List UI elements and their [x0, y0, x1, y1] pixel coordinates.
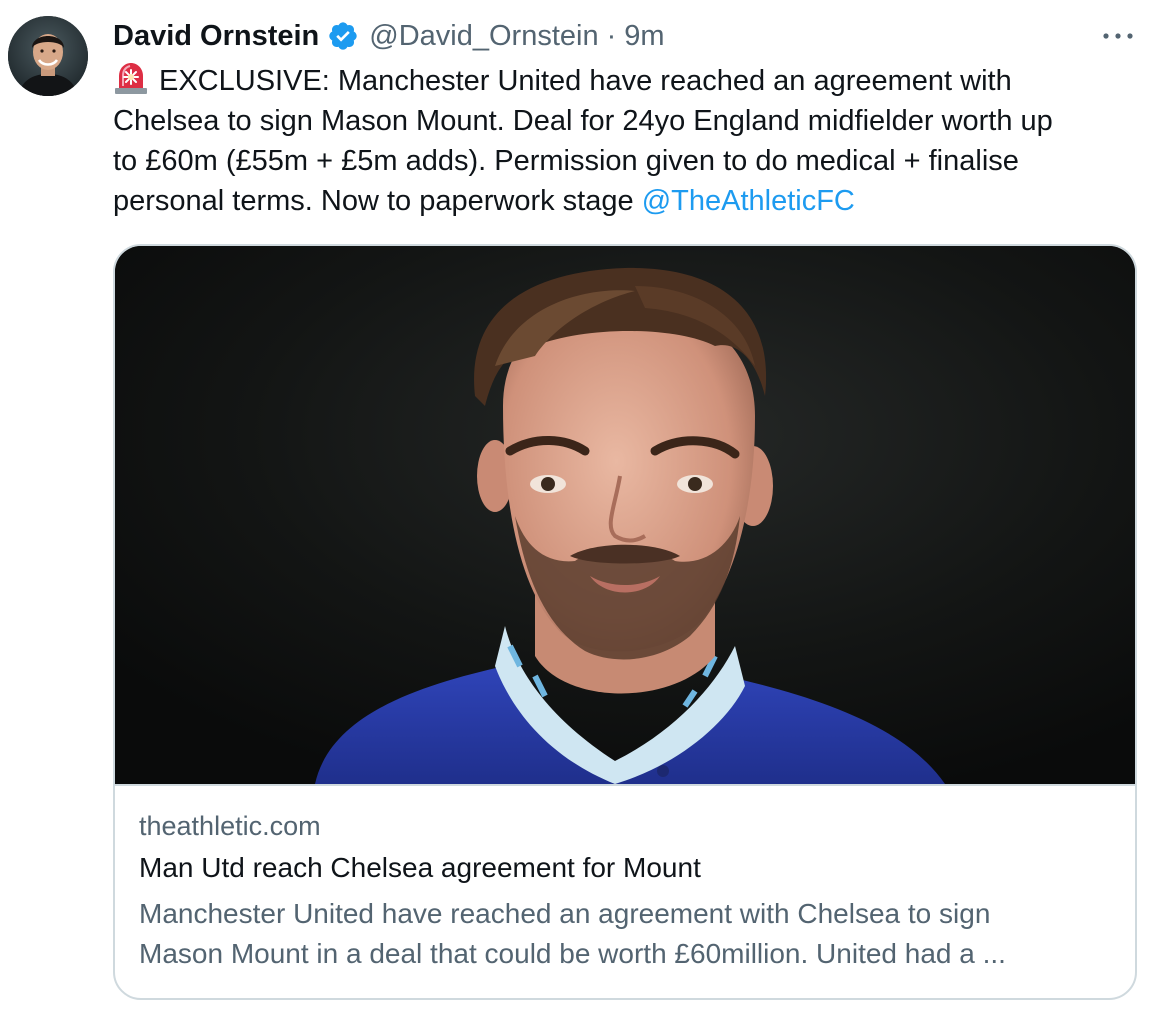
author-display-name[interactable]: David Ornstein: [113, 14, 319, 58]
mention-link[interactable]: @TheAthleticFC: [642, 185, 855, 217]
tweet-timestamp[interactable]: 9m: [624, 14, 664, 58]
verified-badge-icon[interactable]: [327, 20, 359, 52]
tweet-header: David Ornstein @David_Ornstein · 9m: [113, 14, 665, 58]
tweet-text-line-2: Chelsea to sign Mason Mount. Deal for 24…: [113, 105, 1053, 137]
tweet-text-line-3: to £60m (£55m + £5m adds). Permission gi…: [113, 145, 1019, 177]
card-body: theathletic.com Man Utd reach Chelsea ag…: [139, 806, 1119, 974]
card-image[interactable]: [115, 246, 1135, 786]
card-description-line-1: Manchester United have reached an agreem…: [139, 898, 991, 929]
card-title[interactable]: Man Utd reach Chelsea agreement for Moun…: [139, 846, 1119, 890]
link-preview-card[interactable]: theathletic.com Man Utd reach Chelsea ag…: [113, 244, 1137, 1000]
tweet-text: EXCLUSIVE: Manchester United have reache…: [113, 60, 1123, 221]
card-description-line-2: Mason Mount in a deal that could be wort…: [139, 938, 1006, 969]
author-avatar[interactable]: [8, 16, 88, 96]
more-horizontal-icon[interactable]: [1100, 20, 1136, 52]
card-description: Manchester United have reached an agreem…: [139, 894, 1119, 974]
tweet-text-content-4: personal terms. Now to paperwork stage: [113, 185, 642, 217]
tweet-text-content-1: EXCLUSIVE: Manchester United have reache…: [159, 65, 1012, 97]
author-handle[interactable]: @David_Ornstein: [369, 14, 598, 58]
card-domain: theathletic.com: [139, 811, 321, 841]
avatar-photo: [8, 16, 88, 96]
header-separator: ·: [606, 20, 617, 52]
tweet-text-line-1: EXCLUSIVE: Manchester United have reache…: [113, 60, 1123, 101]
tweet-text-line-4: personal terms. Now to paperwork stage @…: [113, 181, 1123, 221]
police-light-icon: [115, 63, 147, 94]
player-photo: [115, 246, 1135, 784]
